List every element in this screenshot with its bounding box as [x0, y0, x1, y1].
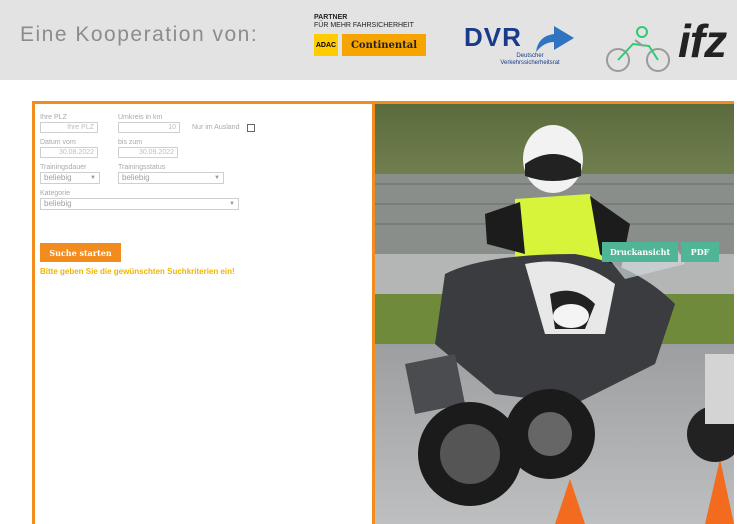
dvr-subtitle-line1: Deutscher: [516, 53, 544, 59]
radius-input[interactable]: 10: [118, 122, 180, 133]
category-value: beliebig: [44, 199, 72, 208]
dvr-subtitle-line2: Verkehrssicherheitsrat: [500, 60, 560, 66]
date-from-input[interactable]: 30.08.2022: [40, 147, 98, 158]
abroad-label: Nur im Ausland: [192, 124, 240, 131]
motorcycle-icon: [606, 26, 670, 72]
adac-logo: ADAC: [314, 34, 338, 56]
plz-label: Ihre PLZ: [40, 114, 67, 121]
header-bar: Eine Kooperation von: PARTNER FÜR MEHR F…: [0, 0, 737, 80]
training-duration-select[interactable]: beliebig ▼: [40, 172, 100, 184]
motorcycle-photo: [375, 104, 734, 524]
training-status-label: Trainingsstatus: [118, 164, 166, 171]
radius-label: Umkreis in km: [118, 114, 163, 121]
pdf-button[interactable]: PDF: [681, 242, 719, 262]
print-view-button[interactable]: Druckansicht: [602, 242, 678, 262]
search-button[interactable]: Suche starten: [40, 243, 121, 262]
partner-line1: PARTNER: [314, 14, 348, 21]
chevron-down-icon: ▼: [214, 175, 220, 181]
chevron-down-icon: ▼: [90, 175, 96, 181]
search-hint: Bitte geben Sie die gewünschten Suchkrit…: [40, 267, 235, 276]
ifz-logo-text: ifz: [678, 15, 727, 67]
dvr-logo: DVR Deutscher Verkehrssicherheitsrat: [464, 22, 574, 72]
training-status-value: beliebig: [122, 173, 150, 182]
training-duration-label: Trainingsdauer: [40, 164, 87, 171]
training-duration-value: beliebig: [44, 173, 72, 182]
category-label: Kategorie: [40, 190, 70, 197]
abroad-checkbox[interactable]: [247, 124, 255, 132]
date-from-label: Datum vom: [40, 139, 76, 146]
training-status-select[interactable]: beliebig ▼: [118, 172, 224, 184]
chevron-down-icon: ▼: [229, 201, 235, 207]
dvr-arrow-icon: [536, 26, 574, 52]
cooperation-label: Eine Kooperation von:: [20, 23, 259, 46]
continental-logo: Continental: [342, 34, 426, 56]
date-to-label: bis zum: [118, 139, 143, 146]
partner-line2: FÜR MEHR FAHRSICHERHEIT: [314, 22, 414, 29]
ifz-logo: ifz: [605, 15, 737, 74]
dvr-logo-text: DVR: [464, 22, 522, 52]
plz-input[interactable]: Ihre PLZ: [40, 122, 98, 133]
category-select[interactable]: beliebig ▼: [40, 198, 239, 210]
motorcycle-training-image: [375, 104, 734, 524]
date-to-input[interactable]: 30.09.2022: [118, 147, 178, 158]
partner-logo-block: PARTNER FÜR MEHR FAHRSICHERHEIT ADAC Con…: [314, 14, 434, 56]
